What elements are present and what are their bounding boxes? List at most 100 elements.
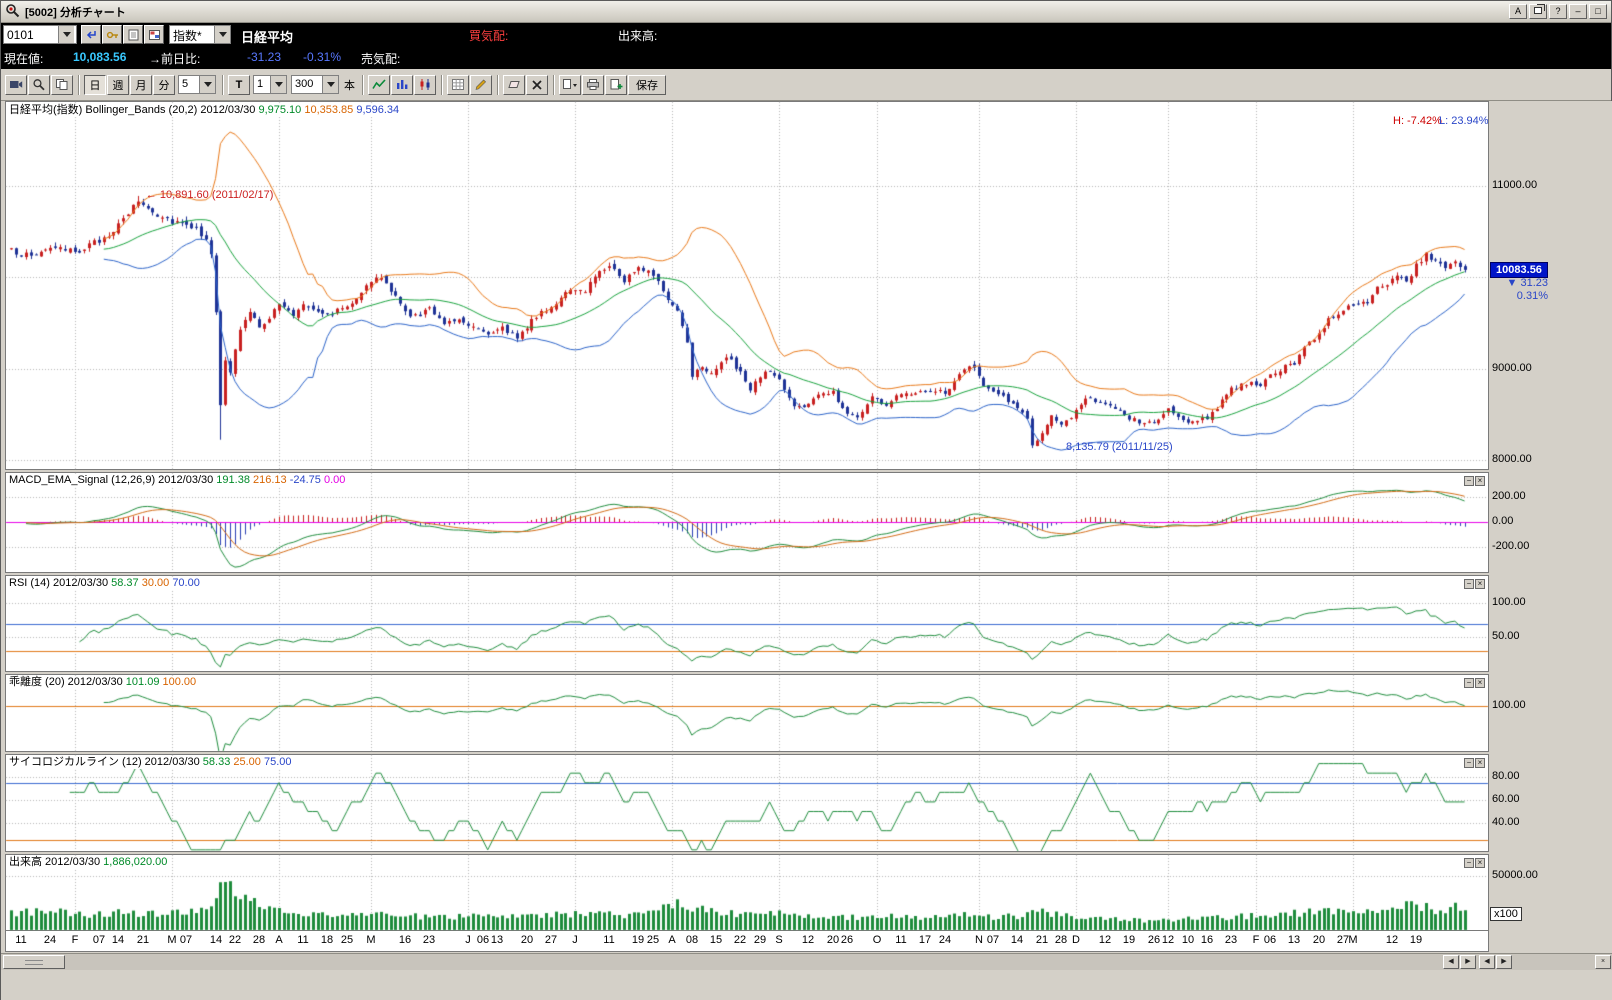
macd-panel-header: MACD_EMA_Signal (12,26,9) 2012/03/30 191… <box>9 474 348 487</box>
grid-toggle-button[interactable] <box>447 75 469 95</box>
horizontal-scrollbar[interactable]: ◀ ▶ ◀ ▶ × <box>1 953 1612 970</box>
chevron-down-icon[interactable] <box>58 26 74 43</box>
scroll-page-left-button[interactable]: ◀ <box>1479 955 1495 969</box>
period-week-button[interactable]: 週 <box>107 75 129 95</box>
magnifier-icon <box>32 78 46 91</box>
board-icon <box>148 29 161 41</box>
panel-minimize-button[interactable]: − <box>1464 678 1474 688</box>
period-minute-button[interactable]: 分 <box>153 75 175 95</box>
bottom-filler <box>1 970 1612 1000</box>
scrollbar-thumb[interactable] <box>3 955 65 969</box>
scroll-page-right-button[interactable]: ▶ <box>1496 955 1512 969</box>
help-button[interactable]: ? <box>1549 4 1567 19</box>
panel-header-segment: 1,886,020.00 <box>103 856 167 868</box>
ask-label: 売気配: <box>361 50 400 67</box>
bid-label: 買気配: <box>469 27 508 44</box>
symbol-code-input[interactable] <box>4 26 58 43</box>
price-tag-change: ▼ 31.23 <box>1490 277 1548 289</box>
back-button[interactable] <box>81 25 101 44</box>
minute-period-select[interactable]: 5 <box>178 75 216 94</box>
delete-drawing-button[interactable] <box>526 75 548 95</box>
period-month-button[interactable]: 月 <box>130 75 152 95</box>
chevron-down-icon[interactable] <box>199 76 215 93</box>
chart-area: 11000.009000.008000.00200.000.00-200.001… <box>1 101 1612 953</box>
y-axis-label: 60.00 <box>1492 793 1520 805</box>
font-size-button[interactable]: A <box>1509 4 1527 19</box>
draw-button[interactable] <box>470 75 492 95</box>
zoom-button[interactable] <box>28 75 50 95</box>
panel-close-button[interactable]: × <box>1475 678 1485 688</box>
key-icon <box>106 29 119 41</box>
panel-header-segment: 191.38 <box>216 474 253 486</box>
bar-chart-button[interactable] <box>391 75 413 95</box>
bar-count-select[interactable]: 300 <box>291 75 339 94</box>
trough-annotation: 8,135.79 (2011/11/25) <box>1066 441 1173 453</box>
volume-panel-header: 出来高 2012/03/30 1,886,020.00 <box>9 856 170 869</box>
minimize-button[interactable]: – <box>1569 4 1587 19</box>
line-chart-icon <box>372 78 386 91</box>
macd-panel <box>5 472 1489 573</box>
price-panel <box>5 101 1489 470</box>
scroll-left-button[interactable]: ◀ <box>1443 955 1459 969</box>
panel-controls: −× <box>1463 474 1485 486</box>
document-menu-icon <box>562 78 578 91</box>
panel-close-button[interactable]: × <box>1475 476 1485 486</box>
panel-minimize-button[interactable]: − <box>1464 758 1474 768</box>
copy-chart-button[interactable] <box>51 75 73 95</box>
panel-header-segment: RSI (14) 2012/03/30 <box>9 577 111 589</box>
symbol-name: 日経平均 <box>241 27 293 46</box>
board-button[interactable] <box>144 25 164 44</box>
x-icon <box>530 78 544 91</box>
grid-icon <box>451 78 465 91</box>
candlestick-button[interactable] <box>414 75 436 95</box>
price-tag-percent: 0.31% <box>1490 290 1548 302</box>
panel-minimize-button[interactable]: − <box>1464 579 1474 589</box>
panel-header-segment: 0.00 <box>324 474 345 486</box>
minute-period-value: 5 <box>179 76 199 93</box>
maximize-button[interactable]: □ <box>1589 4 1607 19</box>
deviation-panel-header: 乖離度 (20) 2012/03/30 101.09 100.00 <box>9 676 199 689</box>
scroll-right-button[interactable]: ▶ <box>1460 955 1476 969</box>
chevron-down-icon[interactable] <box>322 76 338 93</box>
new-window-button[interactable] <box>1529 4 1547 19</box>
toolbar-separator <box>78 75 80 95</box>
tick-mode-button[interactable]: T <box>228 75 250 95</box>
export-button[interactable] <box>605 75 627 95</box>
titlebar[interactable]: [5002] 分析チャート A ? – □ <box>1 1 1611 23</box>
panel-minimize-button[interactable]: − <box>1464 858 1474 868</box>
panel-header-segment: 30.00 <box>142 577 173 589</box>
symbol-code-combo[interactable] <box>3 25 77 44</box>
tick-count-select[interactable]: 1 <box>253 75 287 94</box>
period-day-button[interactable]: 日 <box>84 75 106 95</box>
video-icon <box>9 78 23 91</box>
change-percent: -0.31% <box>303 50 341 64</box>
print-button[interactable] <box>582 75 604 95</box>
save-button[interactable]: 保存 <box>628 75 666 95</box>
y-axis-label: 200.00 <box>1492 490 1526 502</box>
panel-close-button[interactable]: × <box>1475 858 1485 868</box>
chart-toolbar: 日 週 月 分 5 T 1 300 本 <box>1 69 1611 101</box>
memo-button[interactable] <box>123 25 143 44</box>
eraser-button[interactable] <box>503 75 525 95</box>
chevron-down-icon[interactable] <box>270 76 286 93</box>
panel-close-button[interactable]: × <box>1475 579 1485 589</box>
y-axis-label: 80.00 <box>1492 770 1520 782</box>
y-axis-label: -200.00 <box>1492 540 1529 552</box>
key-button[interactable] <box>102 25 122 44</box>
app-window: [5002] 分析チャート A ? – □ 指数* 日経平均 <box>0 0 1612 1000</box>
scrollbar-close-button[interactable]: × <box>1595 955 1611 969</box>
video-button[interactable] <box>5 75 27 95</box>
change-label: →前日比: <box>149 50 200 67</box>
panel-header-segment: 乖離度 (20) 2012/03/30 <box>9 676 126 688</box>
category-value: 指数* <box>170 26 214 43</box>
category-combo[interactable]: 指数* <box>169 25 231 44</box>
line-chart-button[interactable] <box>368 75 390 95</box>
panel-close-button[interactable]: × <box>1475 758 1485 768</box>
copy-image-button[interactable] <box>559 75 581 95</box>
copy-icon <box>55 78 69 91</box>
panel-header-segment: 日経平均(指数) Bollinger_Bands (20,2) 2012/03/… <box>9 104 258 116</box>
rsi-panel-header: RSI (14) 2012/03/30 58.37 30.00 70.00 <box>9 577 203 590</box>
panel-minimize-button[interactable]: − <box>1464 476 1474 486</box>
high-percent-label: H: -7.42% <box>1393 115 1442 127</box>
chevron-down-icon[interactable] <box>214 26 230 43</box>
